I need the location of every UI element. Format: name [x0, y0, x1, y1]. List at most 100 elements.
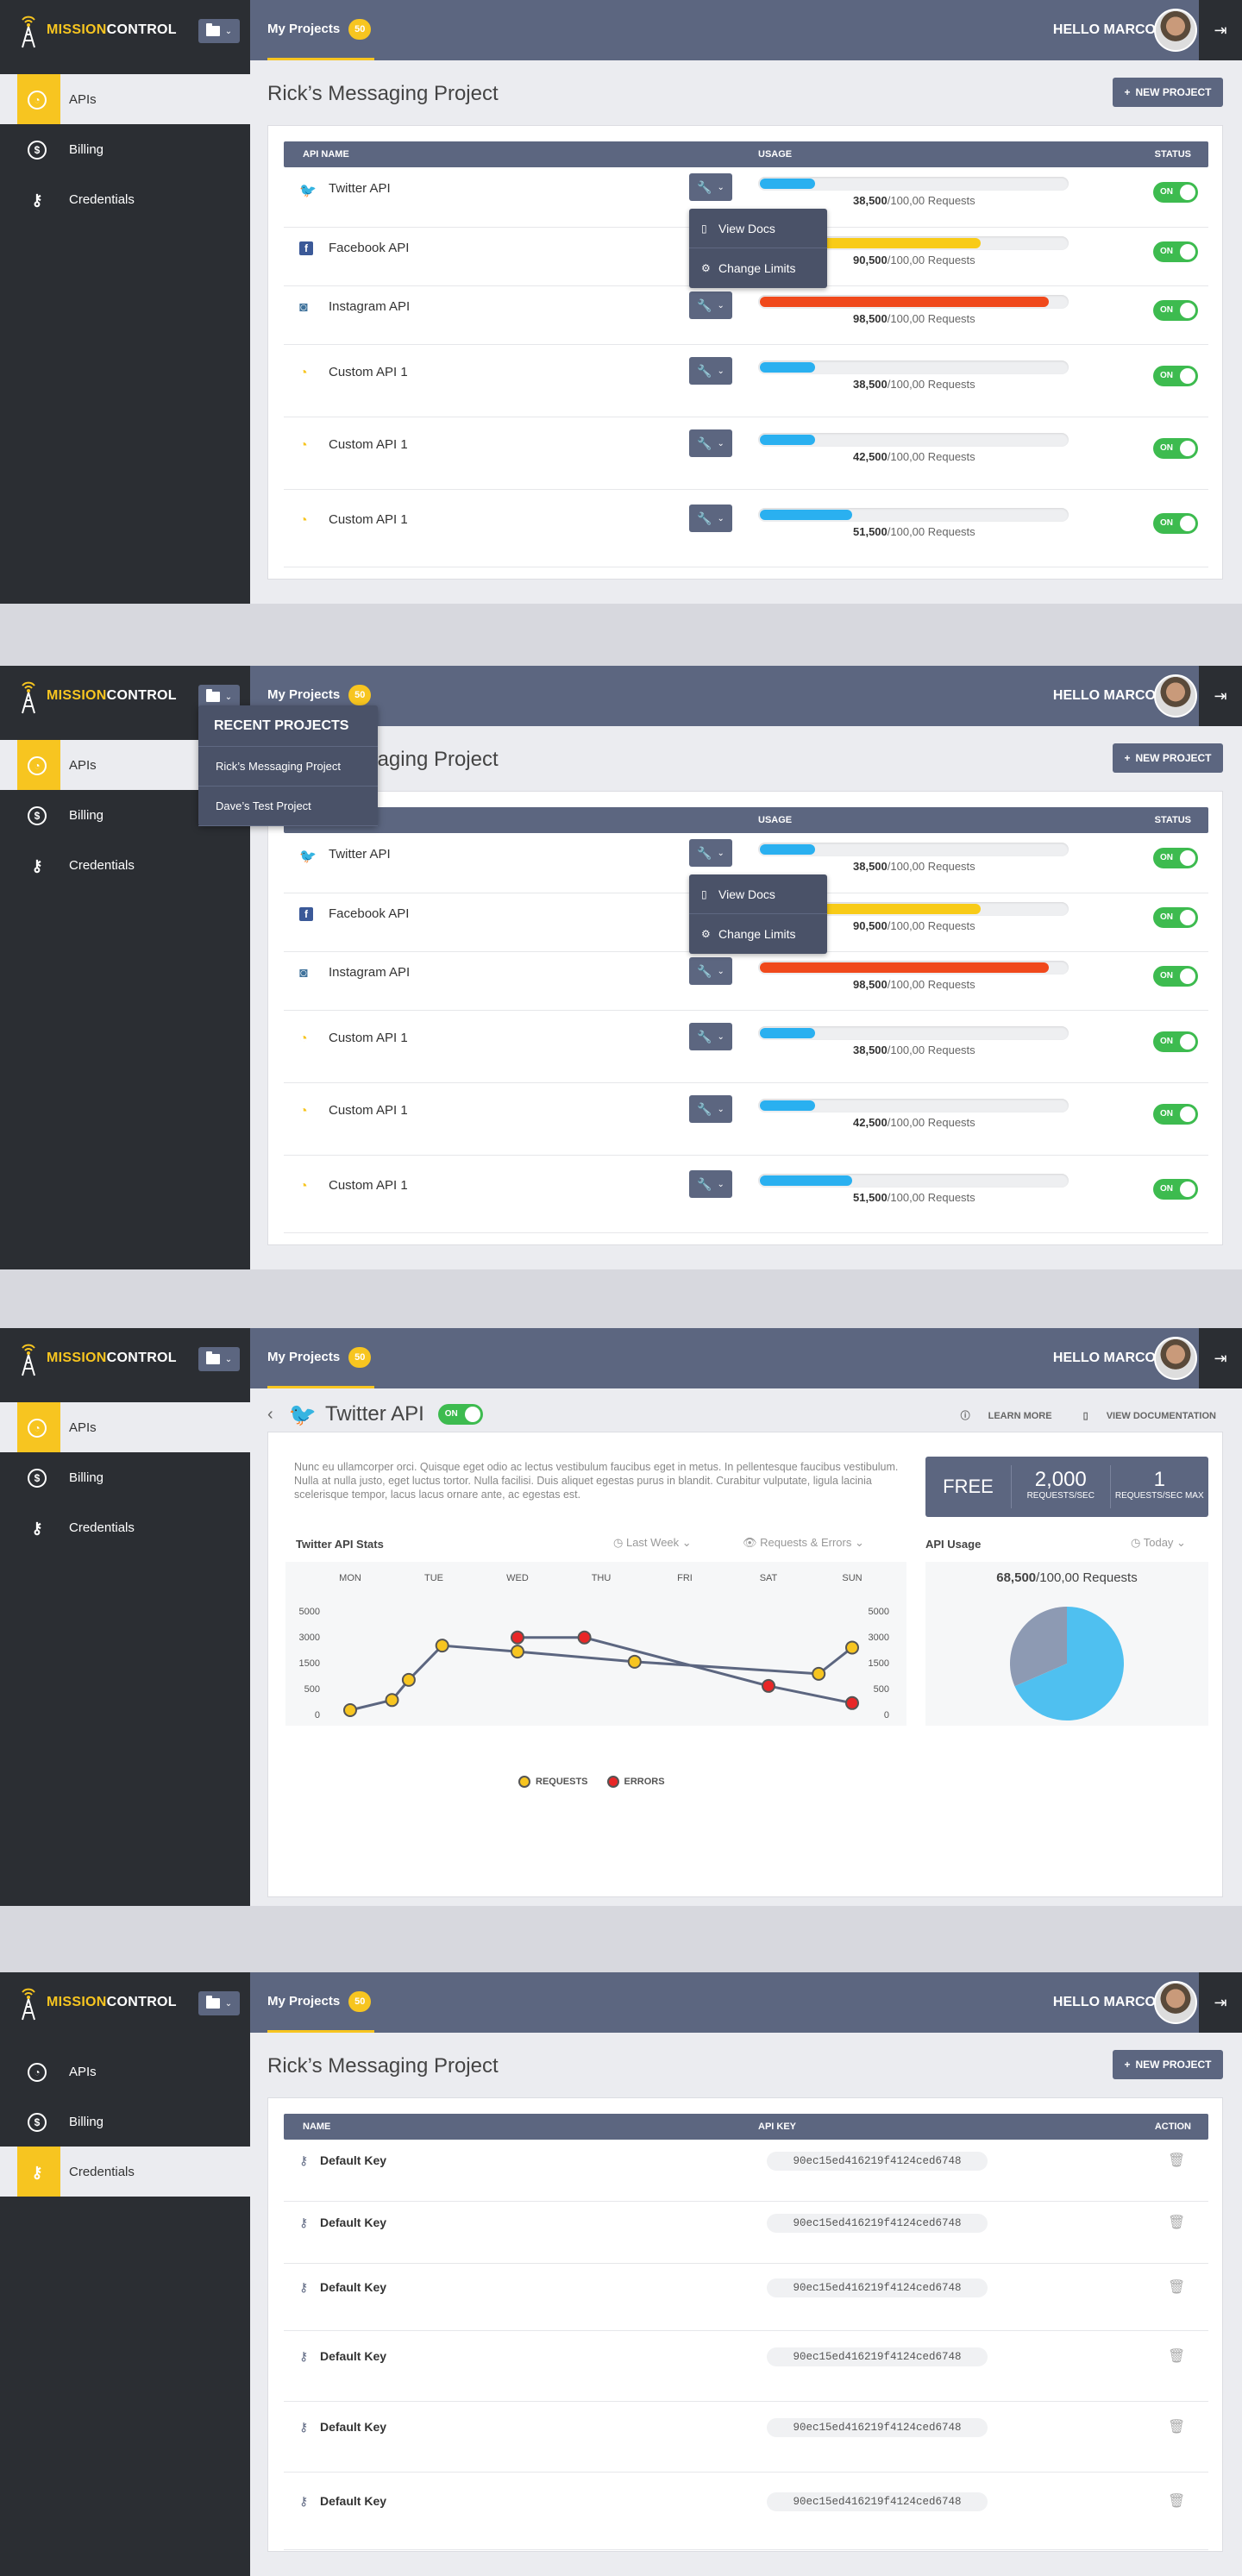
logout-icon[interactable]: ⇥	[1199, 1972, 1242, 2033]
usage-bar	[758, 843, 1069, 856]
status-toggle[interactable]: ON	[1153, 1179, 1198, 1200]
key-icon: ⚷	[31, 2163, 43, 2181]
data-point-errors[interactable]	[845, 1695, 859, 1710]
trash-icon[interactable]: 🗑	[1168, 2492, 1185, 2510]
view-documentation-link[interactable]: ▯ VIEW DOCUMENTATION	[1068, 1411, 1216, 1421]
data-point-errors[interactable]	[511, 1630, 524, 1645]
api-settings-button[interactable]: 🔧⌄	[689, 173, 732, 201]
status-toggle[interactable]: ON	[1153, 1031, 1198, 1052]
api-key-value[interactable]: 90ec15ed416219f4124ced6748	[767, 2214, 988, 2233]
api-settings-button[interactable]: 🔧⌄	[689, 839, 732, 867]
api-key-value[interactable]: 90ec15ed416219f4124ced6748	[767, 2152, 988, 2171]
api-settings-button[interactable]: 🔧⌄	[689, 291, 732, 319]
status-toggle[interactable]: ON	[437, 1404, 483, 1425]
api-key-value[interactable]: 90ec15ed416219f4124ced6748	[767, 2278, 988, 2297]
change-limits-item[interactable]: ⚙ Change Limits	[689, 248, 827, 288]
status-toggle[interactable]: ON	[1153, 848, 1198, 868]
status-toggle[interactable]: ON	[1153, 438, 1198, 459]
dollar-icon: $	[28, 1469, 47, 1488]
api-settings-button[interactable]: 🔧⌄	[689, 1023, 732, 1050]
learn-more-link[interactable]: ⓘ LEARN MORE	[945, 1411, 1052, 1421]
api-settings-button[interactable]: 🔧⌄	[689, 429, 732, 457]
project-switcher-button[interactable]: ⌄	[198, 19, 240, 43]
status-toggle[interactable]: ON	[1153, 182, 1198, 203]
avatar[interactable]	[1154, 1337, 1197, 1380]
api-name: Instagram API	[329, 299, 411, 314]
folder-icon	[205, 23, 220, 36]
tab-my-projects[interactable]: My Projects 50	[267, 1328, 375, 1388]
logo[interactable]: MISSIONCONTROL ⌄	[0, 1328, 250, 1388]
data-point-requests[interactable]	[812, 1666, 826, 1681]
logout-icon[interactable]: ⇥	[1199, 666, 1242, 726]
credentials-card: NAME API KEY ACTION ⚷ Default Key 90ec15ed416…	[267, 2097, 1223, 2552]
data-point-requests[interactable]	[627, 1654, 642, 1669]
new-project-button[interactable]: + NEW PROJECT	[1113, 743, 1223, 773]
sidebar-item-billing[interactable]: $ Billing	[0, 124, 250, 174]
tab-my-projects[interactable]: My Projects 50	[267, 1972, 375, 2033]
back-icon[interactable]: ‹	[267, 1405, 273, 1425]
recent-project-item[interactable]: Dave’s Test Project	[198, 787, 378, 826]
gear-icon: ⚙	[701, 928, 711, 940]
status-toggle[interactable]: ON	[1153, 300, 1198, 321]
sidebar-item-billing[interactable]: $ Billing	[0, 1452, 250, 1502]
data-point-requests[interactable]	[511, 1645, 524, 1659]
avatar[interactable]	[1154, 674, 1197, 718]
logout-icon[interactable]: ⇥	[1199, 0, 1242, 60]
api-settings-button[interactable]: 🔧⌄	[689, 357, 732, 385]
avatar[interactable]	[1154, 1981, 1197, 2024]
project-switcher-button[interactable]: ⌄	[198, 1347, 240, 1371]
trash-icon[interactable]: 🗑	[1168, 2418, 1185, 2435]
api-settings-button[interactable]: 🔧⌄	[689, 1170, 732, 1198]
status-toggle[interactable]: ON	[1153, 1104, 1198, 1125]
trash-icon[interactable]: 🗑	[1168, 2214, 1185, 2231]
filter-select[interactable]: 👁 Requests & Errors ⌄	[743, 1536, 864, 1550]
trash-icon[interactable]: 🗑	[1168, 2347, 1185, 2365]
sidebar-item-billing[interactable]: $ Billing	[0, 2097, 250, 2147]
sidebar-item-apis[interactable]: ◔ APIs	[0, 74, 250, 124]
new-project-button[interactable]: + NEW PROJECT	[1113, 2050, 1223, 2079]
usage-period-select[interactable]: ◷ Today ⌄	[1131, 1536, 1186, 1550]
data-point-requests[interactable]	[343, 1703, 357, 1717]
status-toggle[interactable]: ON	[1153, 907, 1198, 928]
new-project-button[interactable]: + NEW PROJECT	[1113, 78, 1223, 107]
data-point-requests[interactable]	[435, 1639, 449, 1653]
data-point-requests[interactable]	[385, 1693, 399, 1708]
api-key-value[interactable]: 90ec15ed416219f4124ced6748	[767, 2418, 988, 2437]
api-settings-button[interactable]: 🔧⌄	[689, 957, 732, 985]
logo[interactable]: MISSIONCONTROL ⌄	[0, 0, 250, 60]
tab-my-projects[interactable]: My Projects 50	[267, 0, 375, 60]
sidebar-item-credentials[interactable]: ⚷ Credentials	[0, 174, 250, 224]
api-settings-button[interactable]: 🔧⌄	[689, 1095, 732, 1123]
status-toggle[interactable]: ON	[1153, 366, 1198, 386]
y-tick-label-right: 5000	[869, 1607, 889, 1617]
api-key-value[interactable]: 90ec15ed416219f4124ced6748	[767, 2492, 988, 2511]
status-toggle[interactable]: ON	[1153, 241, 1198, 262]
avatar[interactable]	[1154, 9, 1197, 52]
sidebar-item-apis[interactable]: ◔ APIs	[0, 1402, 250, 1452]
sidebar-item-credentials[interactable]: ⚷ Credentials	[0, 1502, 250, 1552]
data-point-requests[interactable]	[845, 1640, 859, 1655]
change-limits-item[interactable]: ⚙ Change Limits	[689, 914, 827, 954]
logo[interactable]: MISSIONCONTROL ⌄	[0, 1972, 250, 2033]
sidebar-item-apis[interactable]: ◔ APIs	[0, 2046, 250, 2097]
data-point-errors[interactable]	[762, 1678, 775, 1693]
view-docs-item[interactable]: ▯ View Docs	[689, 874, 827, 914]
sidebar-item-credentials[interactable]: ⚷ Credentials	[0, 840, 250, 890]
project-switcher-button[interactable]: ⌄	[198, 1991, 240, 2015]
top-bar: My Projects50 HELLO MARCO ⌄ ⇥	[250, 0, 1242, 60]
sidebar-item-label: Credentials	[69, 2164, 135, 2179]
api-key-value[interactable]: 90ec15ed416219f4124ced6748	[767, 2347, 988, 2366]
period-select[interactable]: ◷ Last Week ⌄	[613, 1536, 692, 1550]
data-point-errors[interactable]	[577, 1630, 592, 1645]
table-header: NAME API KEY ACTION	[284, 2114, 1208, 2140]
trash-icon[interactable]: 🗑	[1168, 2152, 1185, 2169]
status-toggle[interactable]: ON	[1153, 513, 1198, 534]
status-toggle[interactable]: ON	[1153, 966, 1198, 987]
logout-icon[interactable]: ⇥	[1199, 1328, 1242, 1388]
trash-icon[interactable]: 🗑	[1168, 2278, 1185, 2296]
sidebar-item-credentials[interactable]: ⚷ Credentials	[0, 2147, 250, 2197]
data-point-requests[interactable]	[401, 1672, 416, 1687]
view-docs-item[interactable]: ▯ View Docs	[689, 209, 827, 248]
api-settings-button[interactable]: 🔧⌄	[689, 505, 732, 532]
recent-project-item[interactable]: Rick’s Messaging Project	[198, 747, 378, 787]
